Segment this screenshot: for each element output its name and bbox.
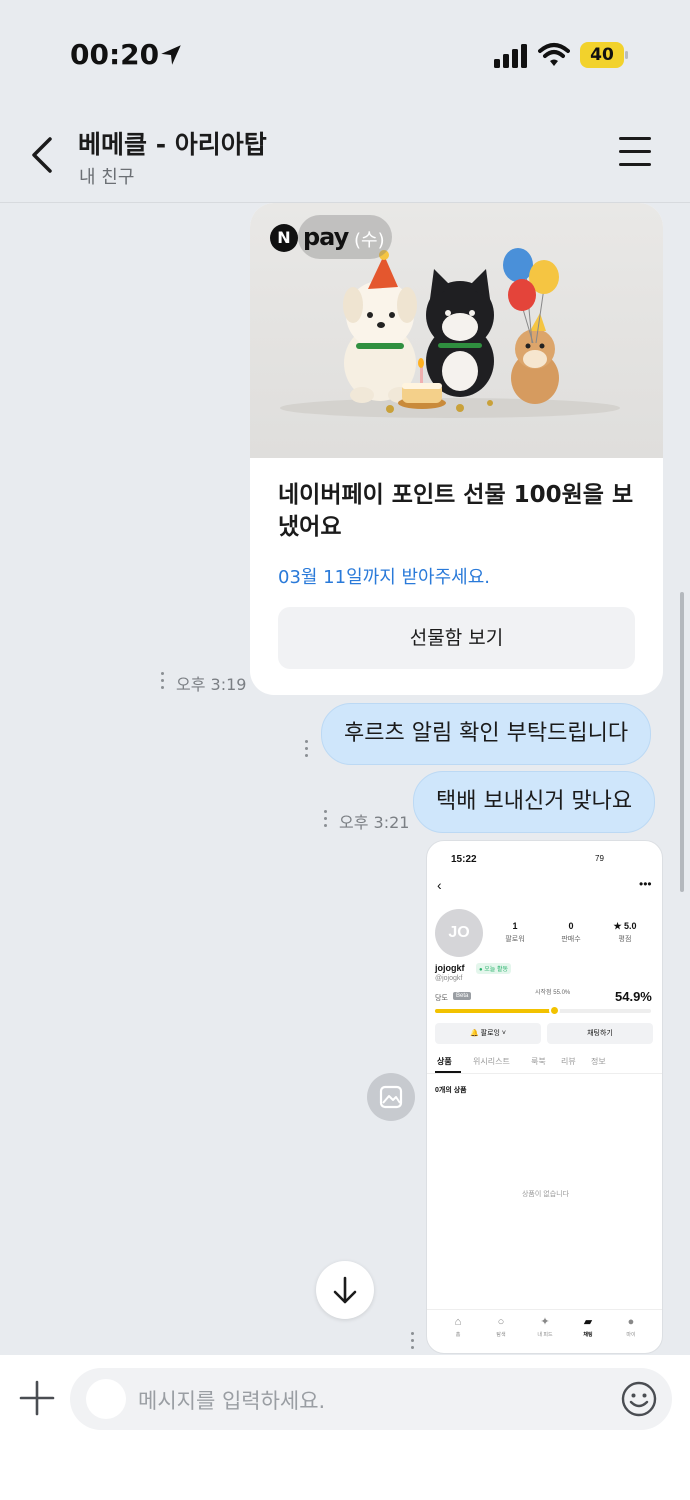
- message-bubble[interactable]: 후르츠 알림 확인 부탁드립니다: [321, 703, 652, 765]
- shot-battery: 79: [595, 854, 604, 863]
- shot-tab: 룩북: [531, 1057, 546, 1066]
- message-options-icon[interactable]: [409, 1332, 415, 1352]
- gift-deadline: 03월 11일까지 받아주세요.: [278, 567, 491, 588]
- status-time: 00:20: [70, 38, 160, 71]
- npay-n-badge: N: [270, 224, 298, 252]
- shot-temp-fill: [435, 1009, 554, 1013]
- shot-back-icon: ‹: [437, 877, 442, 893]
- chat-subtitle: 내 친구: [79, 167, 135, 188]
- image-message[interactable]: 15:22 79 ‹ ••• JO 1 팔로워 0 판매수 ★ 5.0 평점 j…: [426, 840, 663, 1354]
- message-options-icon[interactable]: [159, 672, 165, 692]
- shot-username: jojogkf: [435, 963, 465, 973]
- npay-wordmark: pay: [303, 223, 349, 251]
- shot-more-icon: •••: [639, 877, 652, 891]
- shot-beta-badge: Beta: [453, 992, 472, 1000]
- plus-icon[interactable]: [18, 1379, 56, 1417]
- shot-nav-label: 채팅: [583, 1332, 593, 1338]
- location-arrow-icon: [161, 45, 181, 65]
- shot-temp-knob: [548, 1005, 560, 1016]
- shot-chat-icon: ▰: [583, 1316, 593, 1328]
- shot-stat-value: 0: [568, 921, 574, 931]
- gift-illustration: N pay (수): [250, 203, 663, 458]
- shot-online-badge: ● 오늘 활동: [476, 963, 512, 974]
- message-options-icon[interactable]: [303, 740, 309, 760]
- shot-nav-label: 홈: [455, 1332, 461, 1338]
- chat-title: 베메클 - 아리아탑: [78, 130, 267, 159]
- scroll-to-bottom-button[interactable]: [316, 1261, 374, 1319]
- battery-level: 40: [580, 42, 624, 68]
- avatar: [86, 1379, 126, 1419]
- save-image-button[interactable]: [367, 1073, 415, 1121]
- bell-icon: 🔔: [469, 1030, 479, 1037]
- message-composer: 메시지를 입력하세요.: [0, 1355, 690, 1500]
- shot-stat-value: 1: [512, 921, 518, 931]
- message-bubble[interactable]: 택배 보내신거 맞나요: [413, 771, 656, 833]
- shot-chat-button: 채팅하기: [547, 1023, 653, 1044]
- image-icon: [379, 1085, 403, 1109]
- shot-stat-label: 평점: [618, 936, 632, 943]
- shot-start-temp: 시작점 55.0%: [535, 990, 571, 996]
- shot-empty-text: 상품이 없습니다: [521, 1191, 570, 1198]
- shot-temp-value: 54.9%: [615, 989, 652, 1004]
- shot-product-count: 0개의 상품: [435, 1087, 467, 1094]
- menu-button[interactable]: [616, 137, 654, 171]
- shot-stat-value: ★ 5.0: [613, 921, 637, 931]
- scroll-indicator[interactable]: [680, 592, 684, 892]
- shot-handle: @jojogkf: [435, 975, 463, 982]
- wifi-icon: [538, 43, 570, 66]
- shot-tab: 상품: [437, 1057, 452, 1066]
- shot-nav-label: 내 피드: [537, 1332, 553, 1338]
- shot-tab: 리뷰: [561, 1057, 576, 1066]
- shot-follow-button: 🔔 팔로잉 ˅: [435, 1023, 541, 1044]
- npay-suffix: (수): [354, 230, 385, 251]
- shot-search-icon: ○: [497, 1316, 505, 1328]
- shot-profile-icon: ●: [627, 1316, 635, 1328]
- shot-sparkle-icon: ✦: [540, 1316, 550, 1328]
- shot-nav-label: 탐색: [496, 1332, 506, 1338]
- chat-header: 베메클 - 아리아탑 내 친구: [0, 105, 690, 203]
- shot-tab: 정보: [591, 1057, 606, 1066]
- shot-tab: 위시리스트: [473, 1057, 510, 1066]
- message-options-icon[interactable]: [322, 810, 328, 830]
- emoji-icon[interactable]: [620, 1380, 658, 1418]
- shot-stat-label: 팔로워: [505, 936, 525, 943]
- view-gift-box-button[interactable]: 선물함 보기: [278, 607, 635, 669]
- shot-stat-label: 판매수: [561, 936, 581, 943]
- shot-temp-label: 당도: [435, 995, 448, 1002]
- gift-title: 네이버페이 포인트 선물 100원을 보냈어요: [278, 482, 634, 540]
- shot-temp-bar: [435, 1005, 651, 1016]
- back-button[interactable]: [26, 135, 60, 175]
- cellular-signal-icon: [494, 44, 527, 68]
- gift-card-message[interactable]: N pay (수) 네이버페이 포인트 선물 100원을 보냈어요 03월 11…: [250, 203, 663, 695]
- shot-nav-label: 마이: [626, 1332, 636, 1338]
- message-input[interactable]: 메시지를 입력하세요.: [70, 1368, 672, 1430]
- hamburger-icon: [619, 137, 651, 140]
- battery-icon: 40: [580, 42, 628, 68]
- message-time: 오후 3:21: [339, 813, 410, 832]
- message-input-placeholder: 메시지를 입력하세요.: [138, 1389, 326, 1413]
- message-time: 오후 3:19: [176, 675, 247, 694]
- arrow-down-icon: [333, 1276, 357, 1304]
- shot-home-icon: ⌂: [454, 1316, 462, 1328]
- shot-avatar: JO: [435, 909, 483, 957]
- shot-status-time: 15:22: [451, 854, 477, 865]
- status-bar: 00:20 40: [0, 0, 690, 105]
